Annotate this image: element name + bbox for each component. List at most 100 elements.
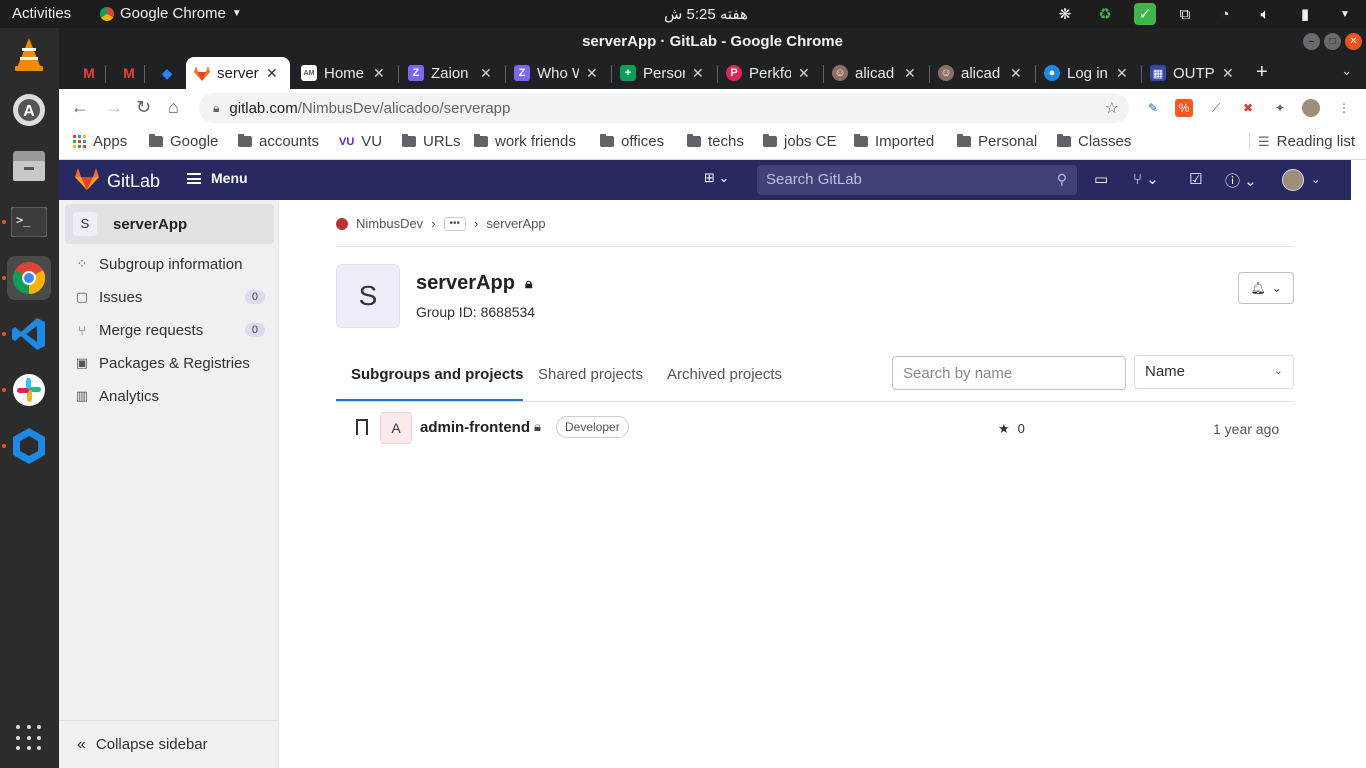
- vlc-icon[interactable]: [9, 34, 49, 74]
- tab-gitlab-active[interactable]: server ✕: [186, 57, 290, 89]
- back-arrow-icon[interactable]: ←: [71, 97, 89, 118]
- tab-gmail-2[interactable]: M: [113, 57, 145, 89]
- lock-icon[interactable]: 🔒︎: [213, 101, 219, 116]
- tab-home[interactable]: AM Home ✕: [293, 57, 395, 89]
- menu-button[interactable]: Menu: [187, 170, 248, 186]
- tab-shared-projects[interactable]: Shared projects: [538, 366, 643, 383]
- power-menu-icon[interactable]: ▼: [1334, 3, 1356, 25]
- close-tab-icon[interactable]: ✕: [480, 65, 492, 82]
- screen-share-icon[interactable]: ⧉: [1174, 3, 1196, 25]
- sidebar-item-analytics[interactable]: ▥ Analytics: [75, 384, 265, 408]
- sidebar-item-subgroup-information[interactable]: ⁘ Subgroup information: [75, 252, 265, 276]
- bookmark-google[interactable]: Google: [149, 133, 218, 150]
- sort-dropdown[interactable]: Name ⌄: [1134, 355, 1294, 389]
- clock[interactable]: هفته 5:25 ش: [664, 5, 748, 23]
- extension-percent-icon[interactable]: %: [1175, 99, 1193, 117]
- extension-pen-icon[interactable]: ✎: [1144, 99, 1162, 117]
- close-tab-icon[interactable]: ✕: [1116, 65, 1128, 82]
- bookmark-vu[interactable]: VU VU: [339, 133, 382, 150]
- collapse-sidebar-button[interactable]: « Collapse sidebar: [59, 720, 278, 768]
- tab-person[interactable]: + Person ✕: [612, 57, 714, 89]
- reload-icon[interactable]: ↻: [136, 97, 151, 118]
- tab-alicad-1[interactable]: ☺ alicad ✕: [824, 57, 926, 89]
- reading-list-button[interactable]: ☰ Reading list: [1249, 133, 1355, 150]
- bookmark-offices[interactable]: offices: [600, 133, 664, 150]
- user-avatar[interactable]: [1282, 169, 1304, 191]
- bookmark-work-friends[interactable]: work friends: [474, 133, 576, 150]
- check-icon[interactable]: ✓: [1134, 3, 1156, 25]
- bookmark-jobs-ce[interactable]: jobs CE: [763, 133, 837, 150]
- tab-alicad-2[interactable]: ☺ alicad ✕: [930, 57, 1032, 89]
- bookmark-classes[interactable]: Classes: [1057, 133, 1131, 150]
- extension-feather-icon[interactable]: ⟋: [1207, 99, 1225, 117]
- chevron-down-icon[interactable]: ⌄: [1311, 173, 1320, 186]
- close-tab-icon[interactable]: ✕: [266, 65, 278, 82]
- home-icon[interactable]: ⌂: [168, 97, 179, 118]
- new-tab-icon[interactable]: +: [1256, 61, 1268, 84]
- tab-archived-projects[interactable]: Archived projects: [667, 366, 782, 383]
- bookmark-techs[interactable]: techs: [687, 133, 744, 150]
- breadcrumb-root[interactable]: NimbusDev: [356, 216, 423, 231]
- close-tab-icon[interactable]: ✕: [1222, 65, 1234, 82]
- volume-icon[interactable]: 🔈︎: [1254, 3, 1276, 25]
- app-menu[interactable]: Google Chrome ▼: [100, 5, 242, 22]
- show-applications-icon[interactable]: [16, 725, 42, 751]
- bookmark-imported[interactable]: Imported: [854, 133, 934, 150]
- bookmark-accounts[interactable]: accounts: [238, 133, 319, 150]
- recycle-icon[interactable]: ♻: [1094, 3, 1116, 25]
- tab-login[interactable]: ● Log in ✕: [1036, 57, 1138, 89]
- forward-arrow-icon[interactable]: →: [105, 97, 123, 118]
- bookmark-personal[interactable]: Personal: [957, 133, 1037, 150]
- profile-avatar-icon[interactable]: [1302, 99, 1320, 117]
- minimize-icon[interactable]: –: [1303, 33, 1320, 50]
- close-tab-icon[interactable]: ✕: [373, 65, 385, 82]
- software-updater-icon[interactable]: A: [9, 90, 49, 130]
- bookmark-star-icon[interactable]: ☆: [1105, 98, 1119, 118]
- project-avatar[interactable]: A: [380, 412, 412, 444]
- sidebar-item-merge-requests[interactable]: ⑂ Merge requests 0: [75, 318, 265, 342]
- tab-search-chevron-icon[interactable]: ⌄: [1341, 63, 1352, 79]
- new-dropdown-icon[interactable]: ⊞ ⌄: [704, 170, 729, 186]
- chrome-icon[interactable]: [7, 256, 51, 300]
- notification-dropdown-button[interactable]: 🔔︎ ⌄: [1238, 272, 1294, 304]
- search-by-name-input[interactable]: Search by name: [892, 356, 1126, 390]
- merge-requests-nav-icon[interactable]: ⑂ ⌄: [1133, 170, 1159, 188]
- activities-button[interactable]: Activities: [12, 5, 71, 22]
- close-tab-icon[interactable]: ✕: [1010, 65, 1022, 82]
- project-name-link[interactable]: admin-frontend: [420, 419, 530, 436]
- wifi-icon[interactable]: ◔: [1214, 3, 1236, 25]
- help-icon[interactable]: ⓘ ⌄: [1225, 170, 1257, 191]
- tab-zaion[interactable]: Z Zaion ✕: [400, 57, 502, 89]
- files-icon[interactable]: [9, 146, 49, 186]
- vscode-icon[interactable]: [9, 314, 49, 354]
- extensions-puzzle-icon[interactable]: ✦: [1271, 99, 1289, 117]
- address-bar[interactable]: 🔒︎ gitlab.com/NimbusDev/alicadoo/servera…: [199, 93, 1129, 123]
- bookmark-urls[interactable]: URLs: [402, 133, 461, 150]
- gitlab-search-input[interactable]: Search GitLab ⚲: [757, 165, 1077, 195]
- issues-nav-icon[interactable]: ▭: [1094, 170, 1108, 188]
- close-window-icon[interactable]: ✕: [1345, 33, 1362, 50]
- breadcrumb-current[interactable]: serverApp: [486, 216, 545, 231]
- tab-jira[interactable]: ◆: [151, 57, 183, 89]
- chrome-menu-icon[interactable]: ⋮: [1335, 99, 1353, 117]
- close-tab-icon[interactable]: ✕: [904, 65, 916, 82]
- project-row[interactable]: A admin-frontend 🔒︎ Developer ★ 0 1 year…: [336, 408, 1294, 448]
- slack-icon[interactable]: [9, 370, 49, 410]
- webstorm-icon[interactable]: [9, 426, 49, 466]
- terminal-icon[interactable]: >_: [9, 202, 49, 242]
- close-tab-icon[interactable]: ✕: [798, 65, 810, 82]
- sidebar-context-header[interactable]: S serverApp: [65, 204, 274, 244]
- tab-output[interactable]: ▦ OUTP ✕: [1142, 57, 1244, 89]
- todos-icon[interactable]: ☑: [1189, 170, 1202, 188]
- breadcrumb-ellipsis-button[interactable]: •••: [443, 216, 467, 231]
- gitlab-home-link[interactable]: GitLab: [75, 168, 160, 195]
- close-tab-icon[interactable]: ✕: [692, 65, 704, 82]
- tab-gmail-1[interactable]: M: [73, 57, 105, 89]
- sidebar-item-packages[interactable]: ▣ Packages & Registries: [75, 351, 265, 375]
- bookmark-apps[interactable]: Apps: [73, 133, 127, 150]
- tab-perkfo[interactable]: P Perkfo ✕: [718, 57, 820, 89]
- sidebar-item-issues[interactable]: ▢ Issues 0: [75, 285, 265, 309]
- extension-cross-icon[interactable]: ✖: [1239, 99, 1257, 117]
- tab-subgroups-and-projects[interactable]: Subgroups and projects: [351, 366, 524, 383]
- paw-icon[interactable]: ❋: [1054, 3, 1076, 25]
